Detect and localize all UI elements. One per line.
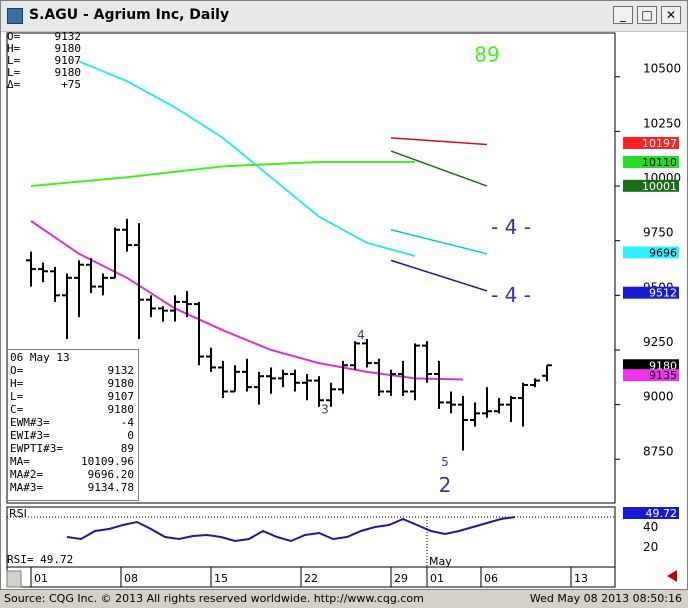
time-tick-label-5: 01	[430, 572, 444, 585]
ohlc-row-change: Δ= +75	[7, 78, 81, 91]
price-tick-label-0: 10500	[643, 62, 681, 76]
info-row-open: O= 9132	[10, 364, 134, 377]
time-tick-label-1: 08	[124, 572, 138, 585]
info-row-ewm: EWM#3= -4	[10, 416, 134, 429]
info-row-ewi: EWI#3= 0	[10, 429, 134, 442]
price-tag-6: 9135	[623, 369, 679, 382]
rsi-tick-label-0: 40	[643, 520, 658, 534]
price-tag-4: 9512	[623, 286, 679, 300]
price-tick-label-7: 8750	[643, 444, 674, 458]
price-tick-label-3: 9750	[643, 226, 674, 240]
rsi-readout: RSI= 49.72	[7, 553, 74, 566]
price-chart[interactable]: 10500102501000097509500925090008750 1019…	[1, 31, 687, 589]
info-row-ma2: MA#2= 9696.20	[10, 468, 134, 481]
rsi-label: RSI	[9, 507, 27, 520]
wave-annotation-0: 89	[474, 42, 499, 66]
rsi-last-value: 49.72	[646, 507, 678, 520]
wave-annotation-5: 5	[441, 455, 449, 469]
time-tick-label-6: 06	[484, 572, 498, 585]
price-tick-label-1: 10250	[643, 116, 681, 130]
cursor-info-box: 06 May 13 O= 9132 H= 9180 L= 9107 C= 9180 EW…	[7, 349, 139, 501]
month-label: May	[429, 555, 452, 568]
info-row-close: C= 9180	[10, 403, 134, 416]
rsi-tick-label-1: 20	[643, 540, 658, 554]
wave-annotation-3: 4	[357, 328, 365, 342]
time-tick-label-2: 15	[214, 572, 228, 585]
window-title: S.AGU - Agrium Inc, Daily	[29, 7, 230, 23]
time-tick-label-4: 29	[394, 572, 408, 585]
wave-annotation-4: 3	[321, 402, 329, 416]
price-tag-label-2: 10001	[642, 180, 677, 193]
scroll-right-arrow-icon[interactable]	[667, 570, 677, 582]
price-tag-label-4: 9512	[649, 287, 677, 300]
rsi-plot-area	[6, 506, 616, 568]
info-row-ma3: MA#3= 9134.78	[10, 481, 134, 494]
title-bar[interactable]: S.AGU - Agrium Inc, Daily _ □ ✕	[1, 1, 687, 32]
info-row-ewpti: EWPTI#3= 89	[10, 442, 134, 455]
ohlc-readout: O= 9132 H= 9180 L= 9107 L= 9180 Δ= +75	[7, 31, 81, 91]
price-tag-2: 10001	[623, 179, 679, 193]
wave-annotation-2: - 4 -	[491, 283, 531, 307]
info-row-low: L= 9107	[10, 390, 134, 403]
price-tag-label-6: 9135	[649, 369, 677, 382]
price-tag-1: 10110	[623, 155, 679, 169]
price-tick-label-5: 9250	[643, 335, 674, 349]
close-button[interactable]: ✕	[661, 6, 681, 24]
price-tag-3: 9696	[623, 246, 679, 259]
time-tick-label-7: 13	[574, 572, 588, 585]
chart-window: S.AGU - Agrium Inc, Daily _ □ ✕ 10500 102…	[0, 0, 688, 590]
scrollbar-thumb[interactable]	[6, 570, 22, 588]
maximize-button[interactable]: □	[637, 6, 657, 24]
app-icon	[7, 8, 23, 24]
timestamp: Wed May 08 2013 08:50:16	[529, 592, 682, 605]
price-tag-label-1: 10110	[642, 156, 677, 169]
status-footer: Source: CQG Inc. © 2013 All rights reser…	[0, 590, 688, 608]
wave-annotation-6: 2	[439, 473, 452, 497]
info-row-ma: MA= 10109.96	[10, 455, 134, 468]
price-tick-label-6: 9000	[643, 390, 674, 404]
price-tag-label-0: 10197	[642, 137, 677, 150]
time-tick-label-3: 22	[304, 572, 318, 585]
source-credit: Source: CQG Inc. © 2013 All rights reser…	[4, 592, 424, 605]
minimize-button[interactable]: _	[613, 6, 633, 24]
info-row-high: H= 9180	[10, 377, 134, 390]
wave-annotation-1: - 4 -	[491, 215, 531, 239]
price-tag-label-3: 9696	[649, 246, 677, 259]
info-date: 06 May 13	[10, 351, 70, 364]
time-tick-label-0: 01	[34, 572, 48, 585]
price-tag-0: 10197	[623, 136, 679, 150]
